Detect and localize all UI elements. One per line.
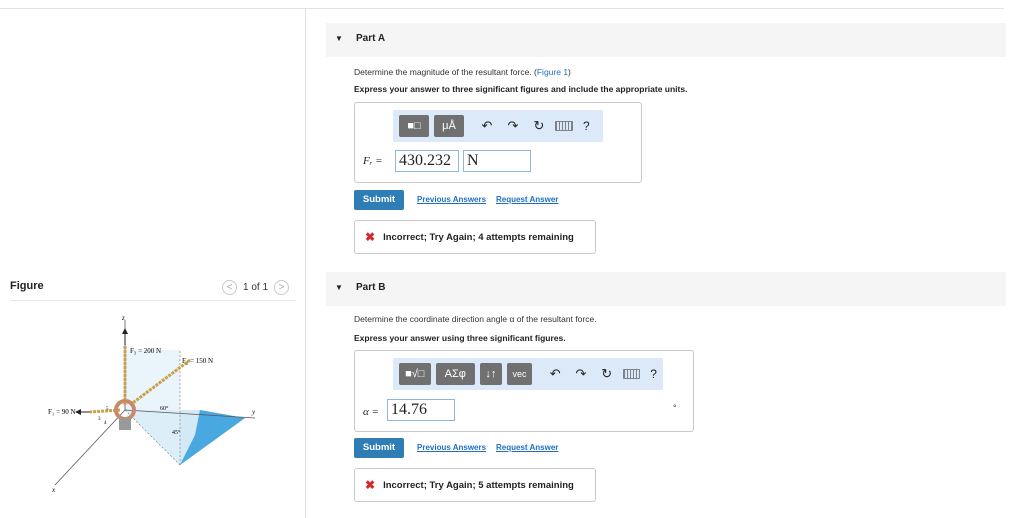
part-a-header[interactable]: ▼ Part A: [326, 23, 1006, 57]
x-label: x: [51, 486, 56, 494]
part-a-question-text: Determine the magnitude of the resultant…: [354, 67, 537, 77]
angle-60-label: 60°: [160, 405, 169, 412]
part-b-submit-button[interactable]: Submit: [354, 438, 404, 458]
part-a-submit-button[interactable]: Submit: [354, 190, 404, 210]
help-icon[interactable]: ?: [650, 367, 657, 381]
part-b-request-answer-link[interactable]: Request Answer: [496, 443, 558, 452]
collapse-caret-icon[interactable]: ▼: [335, 283, 343, 292]
y-label: y: [251, 408, 256, 416]
help-icon[interactable]: ?: [583, 119, 590, 133]
incorrect-x-icon: ✖: [365, 230, 376, 244]
prev-figure-button[interactable]: <: [222, 280, 237, 295]
part-a-instruction: Express your answer to three significant…: [354, 84, 688, 94]
force-diagram: z y x F₃ = 200 N F₂ = 150 N F₁ = 90 N 60…: [48, 314, 256, 494]
redo-icon[interactable]: ↷: [503, 115, 523, 137]
part-a-feedback-text: Incorrect; Try Again; 4 attempts remaini…: [383, 231, 574, 243]
angle-45-label: 45°: [172, 429, 181, 436]
reset-icon[interactable]: ↻: [597, 363, 617, 385]
units-button[interactable]: μÅ: [434, 115, 464, 137]
figure-divider: [10, 300, 296, 301]
part-b-instruction: Express your answer using three signific…: [354, 333, 566, 343]
keyboard-icon[interactable]: [555, 121, 573, 131]
part-b-feedback: ✖ Incorrect; Try Again; 5 attempts remai…: [354, 468, 596, 502]
fr-variable-label: Fᵣ =: [363, 155, 383, 167]
questions-pane: ▼ Part A Determine the magnitude of the …: [326, 8, 1006, 518]
undo-icon[interactable]: ↶: [477, 115, 497, 137]
undo-icon[interactable]: ↶: [545, 363, 565, 385]
figure-pager: < 1 of 1 >: [222, 280, 290, 295]
ratio-5-label: 5: [106, 407, 109, 412]
fr-unit-input[interactable]: N: [463, 150, 531, 172]
f1-arrowhead: [75, 409, 81, 415]
keyboard-icon[interactable]: [622, 369, 641, 379]
part-b-question: Determine the coordinate direction angle…: [354, 314, 597, 324]
ratio-3-label: 3: [98, 417, 101, 422]
templates-button[interactable]: ■□: [399, 115, 429, 137]
part-b-toolbar: ■√□ ΑΣφ ↓↑ vec ↶ ↷ ↻ ?: [393, 358, 663, 390]
f3-label: F₃ = 200 N: [130, 347, 161, 355]
figure-link[interactable]: Figure 1: [537, 67, 568, 77]
part-a-previous-answers-link[interactable]: Previous Answers: [417, 195, 486, 204]
f2-label: F₂ = 150 N: [182, 357, 213, 365]
degree-unit: °: [673, 403, 677, 413]
figure-page-count: 1 of 1: [243, 282, 269, 293]
part-b-feedback-text: Incorrect; Try Again; 5 attempts remaini…: [383, 479, 574, 491]
part-a-question: Determine the magnitude of the resultant…: [354, 67, 571, 77]
figure-title: Figure: [10, 280, 44, 292]
incorrect-x-icon: ✖: [365, 478, 376, 492]
arrows-button[interactable]: ↓↑: [480, 363, 502, 385]
templates-button[interactable]: ■√□: [399, 363, 431, 385]
redo-icon[interactable]: ↷: [571, 363, 591, 385]
collapse-caret-icon[interactable]: ▼: [335, 34, 343, 43]
part-a-request-answer-link[interactable]: Request Answer: [496, 195, 558, 204]
vec-button[interactable]: vec: [506, 363, 533, 385]
part-b-answer-box: ■√□ ΑΣφ ↓↑ vec ↶ ↷ ↻ ? α = 14.76 °: [354, 350, 694, 432]
part-b-previous-answers-link[interactable]: Previous Answers: [417, 443, 486, 452]
alpha-value-input[interactable]: 14.76: [387, 399, 455, 421]
part-a-title: Part A: [356, 33, 386, 44]
alpha-variable-label: α =: [363, 406, 379, 418]
fr-value-input[interactable]: 430.232: [395, 150, 459, 172]
part-b-header[interactable]: ▼ Part B: [326, 272, 1006, 306]
f3-arrowhead: [122, 328, 128, 334]
ratio-4-label: 4: [104, 421, 107, 426]
next-figure-button[interactable]: >: [274, 280, 290, 295]
reset-icon[interactable]: ↻: [529, 115, 549, 137]
part-b-title: Part B: [356, 282, 386, 293]
part-a-toolbar: ■□ μÅ ↶ ↷ ↻ ?: [393, 110, 603, 142]
f1-label: F₁ = 90 N: [48, 408, 76, 416]
z-label: z: [121, 314, 125, 322]
part-a-feedback: ✖ Incorrect; Try Again; 4 attempts remai…: [354, 220, 596, 254]
part-a-answer-box: ■□ μÅ ↶ ↷ ↻ ? Fᵣ = 430.232 N: [354, 102, 642, 183]
part-a-question-end: ): [568, 67, 571, 77]
greek-symbols-button[interactable]: ΑΣφ: [435, 363, 476, 385]
eyebolt-base: [119, 418, 131, 430]
x-axis: [54, 409, 126, 486]
